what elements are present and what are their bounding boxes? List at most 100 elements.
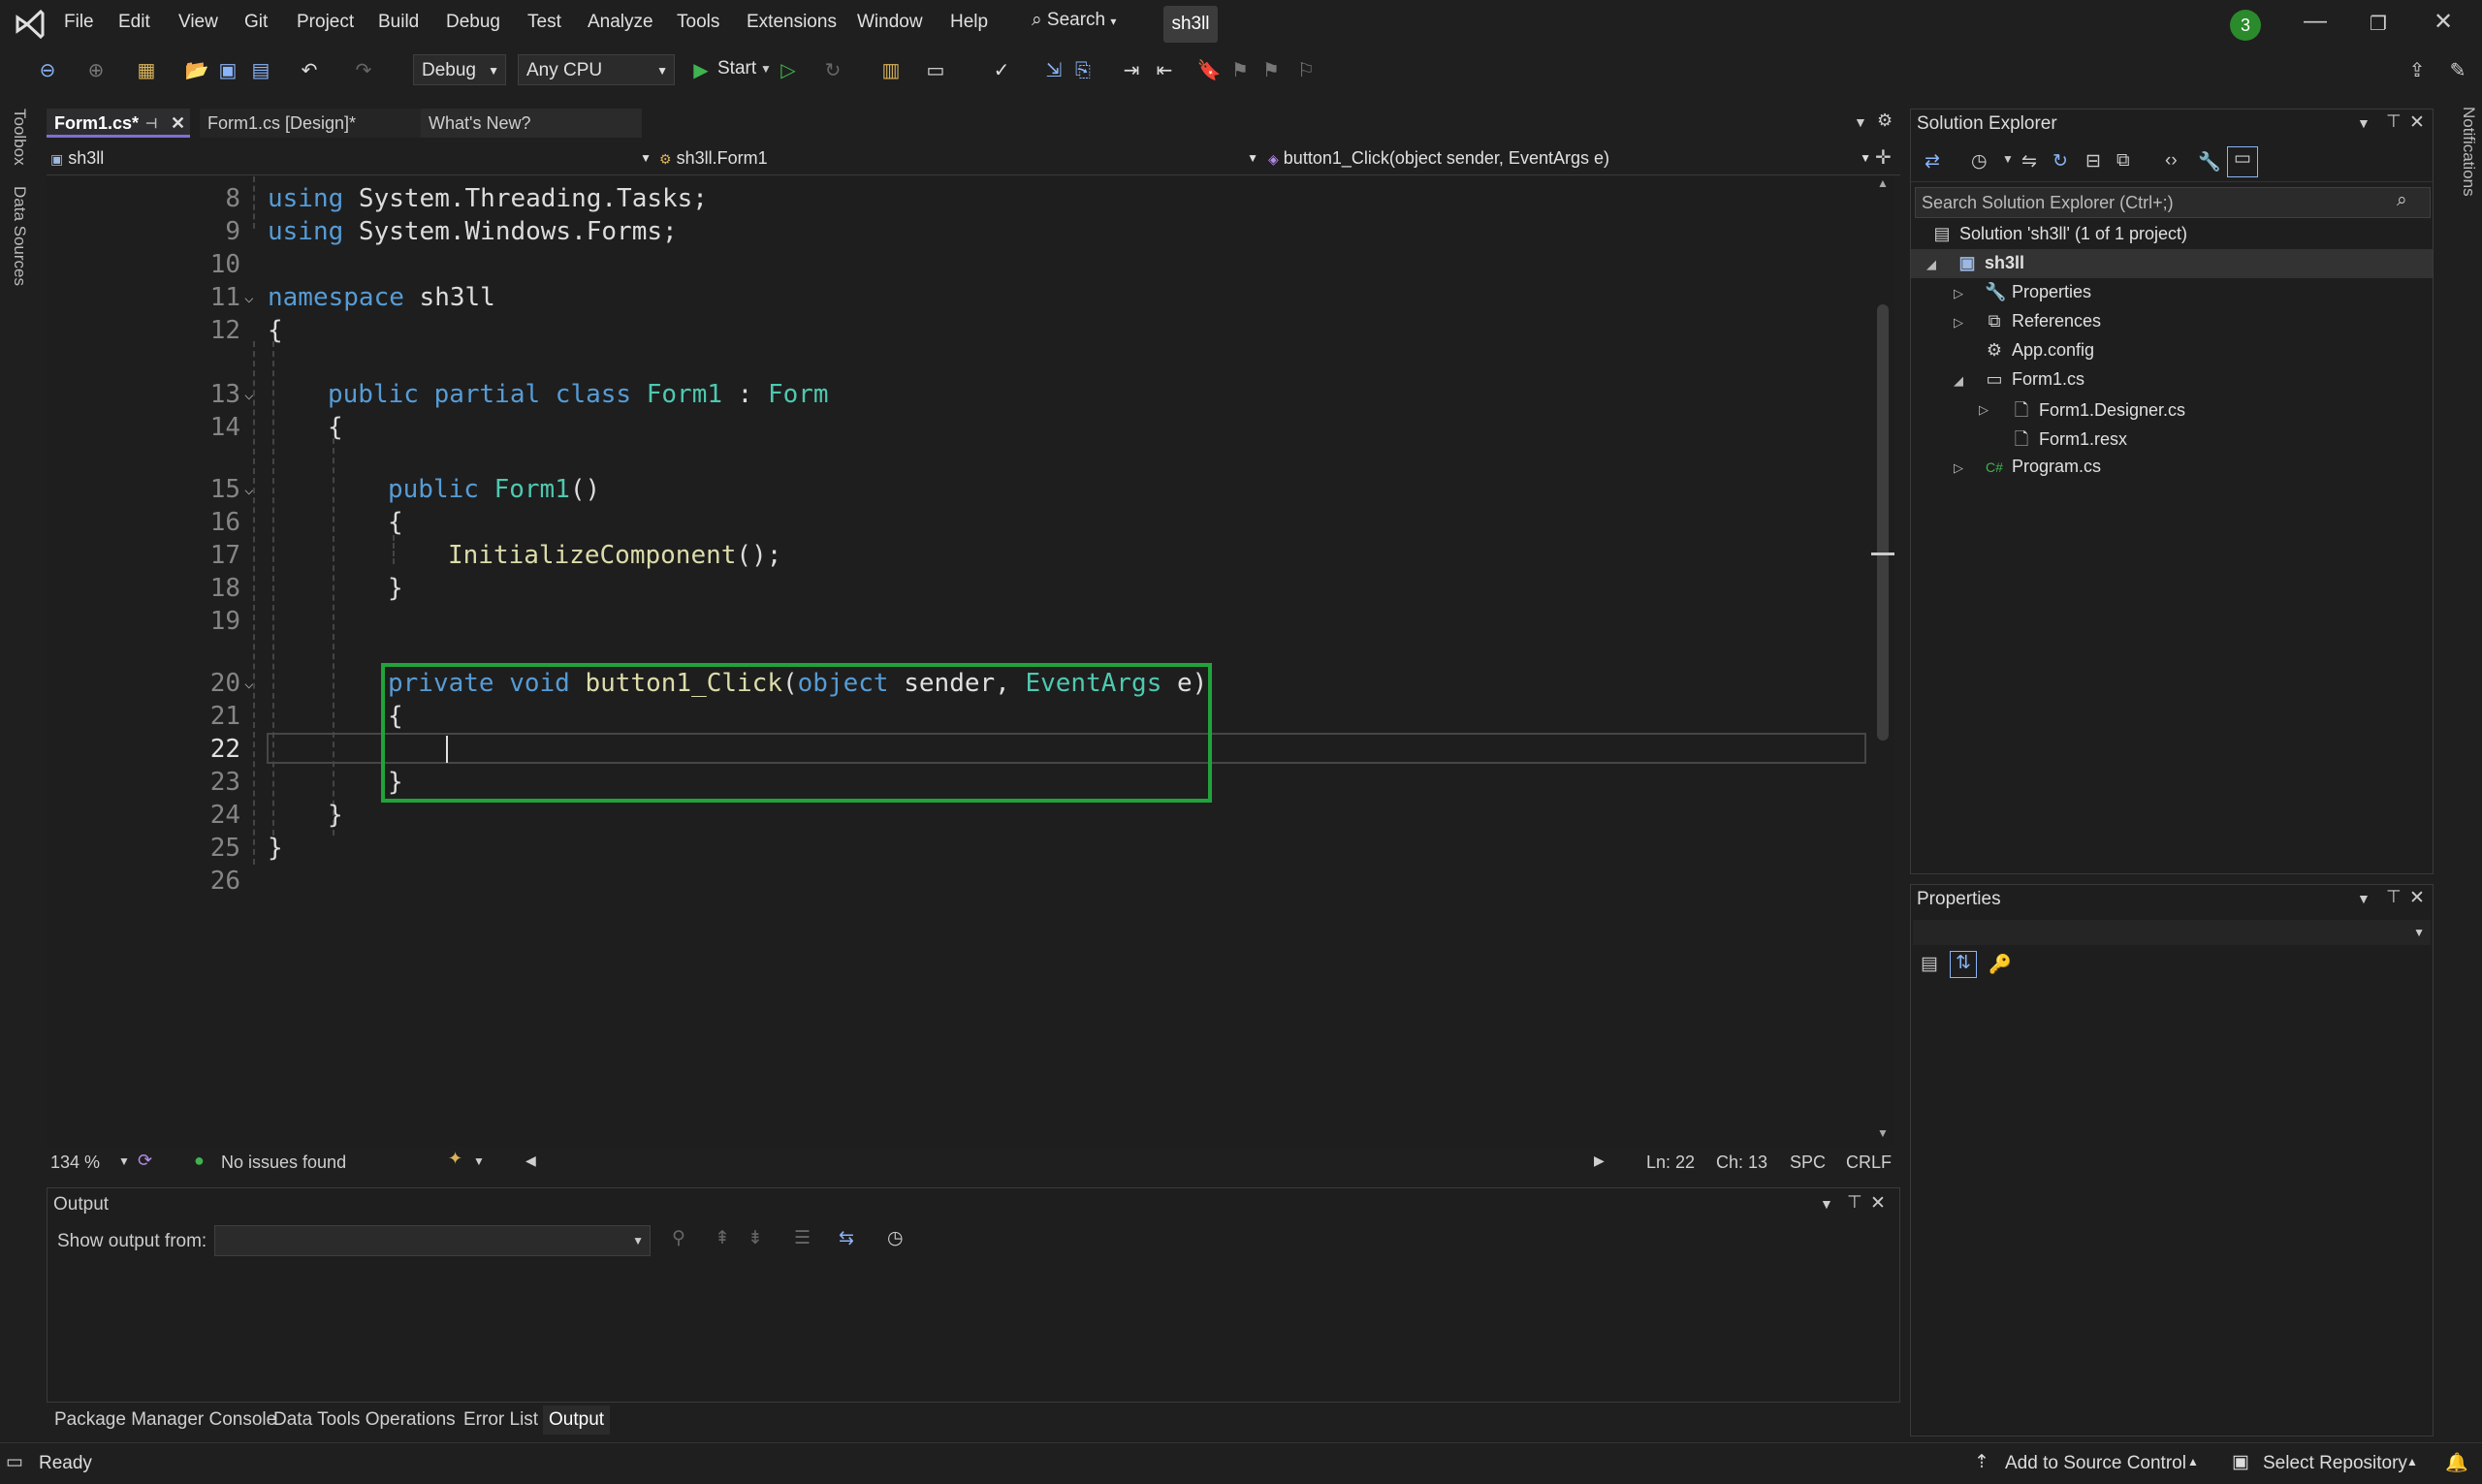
- menu-git[interactable]: Git: [244, 12, 268, 33]
- visual-studio-logo-icon[interactable]: [14, 8, 47, 41]
- code-cleanup-icon[interactable]: ✦: [448, 1149, 462, 1169]
- collapsed-icon[interactable]: ▷: [1954, 315, 1963, 331]
- save-all-icon[interactable]: ▤: [248, 58, 273, 83]
- close-window-icon[interactable]: ✕: [2434, 8, 2453, 36]
- refresh-icon[interactable]: ↻: [2052, 150, 2068, 173]
- close-icon[interactable]: ✕: [171, 109, 185, 138]
- copilot-icon[interactable]: ⟳: [138, 1151, 152, 1171]
- show-all-files-icon[interactable]: ⧉: [2116, 150, 2130, 172]
- member-dropdown[interactable]: ◈ button1_Click(object sender, EventArgs…: [1268, 145, 1871, 171]
- solution-search-input[interactable]: Search Solution Explorer (Ctrl+;) ⌕: [1915, 187, 2431, 218]
- data-sources-tab[interactable]: Data Sources: [10, 186, 29, 286]
- menu-build[interactable]: Build: [378, 12, 419, 33]
- scroll-down-icon[interactable]: ▼: [1877, 1126, 1889, 1140]
- chevron-up-icon[interactable]: ▲: [2187, 1455, 2199, 1468]
- notification-count-badge[interactable]: 3: [2230, 10, 2261, 41]
- collapse-all-icon[interactable]: ⊟: [2085, 150, 2101, 173]
- tree-form1-designer[interactable]: 🗋 Form1.Designer.cs: [2012, 398, 2185, 427]
- notifications-tab[interactable]: Notifications: [2459, 107, 2478, 197]
- solution-platform-select[interactable]: Any CPU ▼: [518, 54, 675, 85]
- add-to-source-control-button[interactable]: Add to Source Control: [2005, 1453, 2186, 1474]
- menu-edit[interactable]: Edit: [118, 12, 150, 33]
- categorized-icon[interactable]: ▤: [1921, 953, 1938, 975]
- alphabetical-icon[interactable]: ⇅: [1950, 951, 1977, 978]
- bookmark-icon[interactable]: 🔖: [1196, 58, 1222, 83]
- tab-data-tools-operations[interactable]: Data Tools Operations: [268, 1405, 461, 1435]
- clear-bookmarks-icon[interactable]: ⚐: [1293, 58, 1319, 83]
- menu-file[interactable]: File: [64, 12, 94, 33]
- expanded-icon[interactable]: ◢: [1926, 257, 1936, 272]
- clock-icon[interactable]: ◷: [887, 1227, 904, 1249]
- editor-vertical-scrollbar[interactable]: ▲ ▼: [1871, 176, 1894, 1146]
- tree-properties[interactable]: 🔧 Properties: [1985, 282, 2091, 302]
- prev-message-icon[interactable]: ⇞: [715, 1227, 730, 1249]
- start-button[interactable]: Start: [717, 58, 756, 79]
- panel-menu-icon[interactable]: ▼: [2357, 891, 2371, 906]
- tab-package-manager-console[interactable]: Package Manager Console: [48, 1405, 282, 1435]
- whitespace-indicator[interactable]: SPC: [1790, 1152, 1826, 1173]
- menu-tools[interactable]: Tools: [677, 12, 719, 33]
- solution-name-badge[interactable]: sh3ll: [1163, 6, 1218, 43]
- save-icon[interactable]: ▣: [215, 58, 240, 83]
- chevron-down-icon[interactable]: ▼: [2002, 152, 2014, 166]
- menu-debug[interactable]: Debug: [446, 12, 500, 33]
- back-icon[interactable]: ⊖: [35, 58, 60, 83]
- search-button[interactable]: ⌕ Search ▾: [1032, 10, 1116, 31]
- pin-icon[interactable]: ⊣: [145, 109, 157, 138]
- start-play-icon[interactable]: ▶: [688, 58, 714, 83]
- view-code-icon[interactable]: ‹›: [2165, 150, 2178, 172]
- tree-project[interactable]: ▣ sh3ll: [1957, 253, 2024, 273]
- tab-output[interactable]: Output: [543, 1405, 611, 1435]
- collapsed-icon[interactable]: ▷: [1979, 402, 1989, 418]
- clear-all-icon[interactable]: ☰: [794, 1227, 811, 1249]
- chevron-down-icon[interactable]: ▼: [760, 62, 772, 76]
- tree-solution[interactable]: ▤ Solution 'sh3ll' (1 of 1 project): [1932, 224, 2187, 244]
- search-icon[interactable]: ⌕: [2397, 190, 2407, 211]
- panel-menu-icon[interactable]: ▼: [1820, 1196, 1833, 1212]
- tree-program-cs[interactable]: C# Program.cs: [1985, 457, 2101, 477]
- tree-references[interactable]: ⧉ References: [1985, 311, 2102, 332]
- project-dropdown[interactable]: ▣ sh3ll ▼: [50, 145, 652, 171]
- column-indicator[interactable]: Ch: 13: [1716, 1152, 1767, 1173]
- word-wrap-icon[interactable]: ⇆: [839, 1227, 854, 1249]
- outdent-icon[interactable]: ⇤: [1152, 58, 1177, 83]
- scroll-right-icon[interactable]: ▶: [1594, 1152, 1605, 1169]
- property-pages-icon[interactable]: 🔑: [1989, 953, 2012, 976]
- minimize-icon[interactable]: —: [2304, 8, 2327, 35]
- toolbox-tab[interactable]: Toolbox: [10, 109, 29, 166]
- tab-form1-cs[interactable]: Form1.cs* ⊣ ✕: [47, 109, 190, 138]
- menu-window[interactable]: Window: [857, 12, 923, 33]
- wrench-icon[interactable]: 🔧: [2198, 150, 2221, 174]
- type-dropdown[interactable]: ⚙ sh3ll.Form1 ▼: [659, 145, 1258, 171]
- line-indicator[interactable]: Ln: 22: [1646, 1152, 1695, 1173]
- collapsed-icon[interactable]: ▷: [1954, 286, 1963, 301]
- menu-view[interactable]: View: [178, 12, 218, 33]
- next-message-icon[interactable]: ⇟: [748, 1227, 763, 1249]
- close-icon[interactable]: ✕: [1870, 1192, 1886, 1215]
- sync-icon[interactable]: ⇋: [2021, 150, 2037, 173]
- line-ending-indicator[interactable]: CRLF: [1846, 1152, 1892, 1173]
- menu-project[interactable]: Project: [297, 12, 354, 33]
- spell-check-icon[interactable]: ✓: [989, 58, 1014, 83]
- menu-analyze[interactable]: Analyze: [588, 12, 653, 33]
- menu-test[interactable]: Test: [527, 12, 561, 33]
- feedback-icon[interactable]: ✎: [2445, 58, 2470, 83]
- tree-app-config[interactable]: ⚙ App.config: [1985, 340, 2094, 361]
- copy-icon[interactable]: ⎘: [1070, 58, 1096, 83]
- collapsed-icon[interactable]: ▷: [1954, 460, 1963, 476]
- tree-form1-cs[interactable]: ▭ Form1.cs: [1985, 369, 2084, 390]
- menu-extensions[interactable]: Extensions: [747, 12, 837, 33]
- close-icon[interactable]: ✕: [2409, 887, 2425, 909]
- notification-bell-icon[interactable]: 🔔: [2445, 1451, 2468, 1474]
- solution-configuration-select[interactable]: Debug ▼: [413, 54, 506, 85]
- chevron-up-icon[interactable]: ▲: [2406, 1455, 2418, 1468]
- close-icon[interactable]: ✕: [2409, 111, 2425, 134]
- scroll-left-icon[interactable]: ◀: [525, 1152, 536, 1169]
- redo-icon[interactable]: ↷: [351, 58, 376, 83]
- start-without-debugging-icon[interactable]: ▷: [776, 58, 801, 83]
- output-source-select[interactable]: ▼: [214, 1225, 651, 1256]
- step-icon[interactable]: ⇲: [1041, 58, 1066, 83]
- pin-icon[interactable]: ⊤: [1847, 1192, 1862, 1213]
- collapse-namespace-icon[interactable]: ⌵: [244, 288, 254, 306]
- find-message-icon[interactable]: ⚲: [672, 1227, 685, 1249]
